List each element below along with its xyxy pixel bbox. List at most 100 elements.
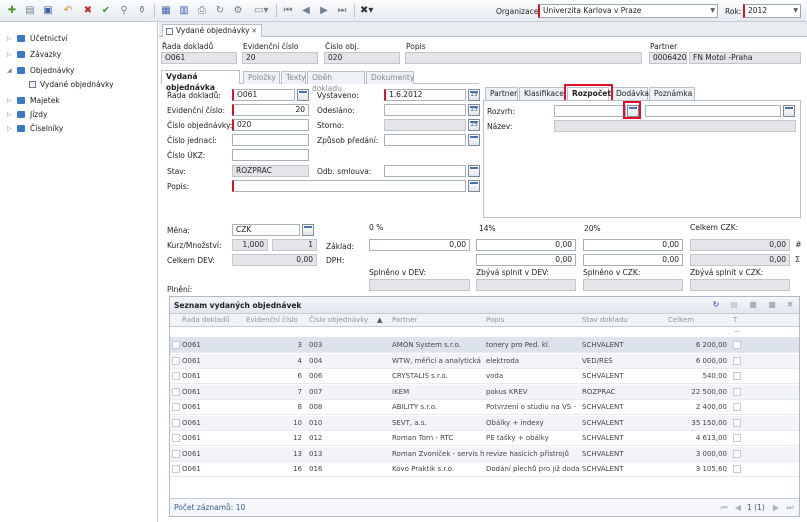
- row-select-checkbox[interactable]: [172, 465, 180, 473]
- rozvrh-name-input[interactable]: [645, 105, 781, 117]
- add-icon[interactable]: ✚: [6, 5, 18, 17]
- next-page-icon[interactable]: ▶: [771, 503, 781, 513]
- calendar-icon[interactable]: 15: [468, 104, 480, 116]
- col-celkem[interactable]: Celkem: [668, 316, 694, 324]
- undo-icon[interactable]: ↶: [62, 5, 74, 17]
- settings-icon[interactable]: ✖: [785, 300, 795, 310]
- rada-input[interactable]: O061: [232, 89, 295, 101]
- filter-dash-icon[interactable]: —: [734, 328, 740, 335]
- first-page-icon[interactable]: ⏮: [719, 503, 729, 513]
- col-t[interactable]: T: [733, 316, 737, 324]
- row-select-checkbox[interactable]: [172, 449, 180, 458]
- row-select-checkbox[interactable]: [172, 418, 180, 427]
- edit-icon[interactable]: ■: [748, 300, 758, 310]
- year-select[interactable]: 2012 ▼: [743, 4, 801, 18]
- col-evid[interactable]: Evidenční číslo: [246, 316, 298, 324]
- filter-icon[interactable]: ⚲: [118, 5, 130, 17]
- tab-polozky[interactable]: Položky: [243, 71, 280, 84]
- row-select-checkbox[interactable]: [172, 403, 180, 411]
- col-cislo[interactable]: Číslo objednávky: [309, 316, 368, 324]
- cislo-input[interactable]: 020: [232, 119, 309, 131]
- organization-select[interactable]: Univerzita Karlova v Praze ▼: [538, 4, 718, 18]
- expand-arrow-icon[interactable]: ▷: [7, 122, 15, 135]
- popis-input[interactable]: [232, 180, 466, 192]
- delete-row-icon[interactable]: ■: [767, 300, 777, 310]
- delete-icon[interactable]: ✖: [82, 5, 94, 17]
- tab-obeh-dokladu[interactable]: Oběh dokladu: [307, 71, 365, 93]
- vystaveno-input[interactable]: 1.6.2012: [384, 89, 466, 101]
- save-icon[interactable]: ▣: [42, 5, 54, 17]
- tab-vydana-objednavka[interactable]: Vydaná objednávka: [161, 70, 240, 92]
- row-select-checkbox[interactable]: [172, 372, 180, 380]
- table-row[interactable]: O061 8 008 ABILITY s.r.o. Potvrzení o studiu…: [170, 400, 799, 415]
- last-page-icon[interactable]: ⏭: [785, 503, 795, 513]
- jednaci-input[interactable]: [232, 134, 309, 146]
- table-row[interactable]: O061 7 007 IKEM pokus KREV ROZPRAC 22 500,00: [170, 384, 799, 400]
- tab-dokumenty[interactable]: Dokumenty: [366, 71, 414, 84]
- tab-vydane-objednavky[interactable]: Vydané objednávky ✕: [162, 24, 262, 38]
- zpusob-lookup-icon[interactable]: [468, 134, 480, 146]
- report-icon[interactable]: ▥: [178, 5, 190, 17]
- row-t-checkbox[interactable]: [733, 418, 741, 427]
- calendar-icon[interactable]: 15: [468, 119, 480, 131]
- dph-20-input[interactable]: 0,00: [583, 254, 683, 266]
- prev-page-icon[interactable]: ◀: [733, 503, 743, 513]
- zaklad-0-input[interactable]: 0,00: [369, 239, 470, 251]
- table-row[interactable]: O061 16 016 Kovo Praktik s.r.o. Dodání plech…: [170, 462, 799, 477]
- odb-input[interactable]: [384, 165, 466, 177]
- rozvrh-name-lookup-icon[interactable]: [783, 105, 795, 117]
- dph-14-input[interactable]: 0,00: [476, 254, 576, 266]
- table-row[interactable]: O061 6 006 CRYSTALIS s.r.o. voda SCHVÁLENT 540…: [170, 369, 799, 384]
- close-icon[interactable]: ✕: [251, 25, 257, 37]
- table-row[interactable]: O061 12 012 Roman Torn - RTC PE tašky + obál…: [170, 431, 799, 446]
- grid-icon[interactable]: ▦: [160, 5, 172, 17]
- row-select-checkbox[interactable]: [172, 387, 180, 396]
- collapse-arrow-icon[interactable]: ◢: [7, 64, 15, 77]
- row-select-checkbox[interactable]: [172, 341, 180, 349]
- tab-klasifikace[interactable]: Klasifikace: [519, 87, 565, 100]
- odeslano-input[interactable]: [384, 104, 466, 116]
- grid-filter-row[interactable]: —: [170, 327, 799, 338]
- last-record-icon[interactable]: ⏭: [336, 5, 348, 17]
- new-document-icon[interactable]: ▤: [24, 5, 36, 17]
- tab-partner[interactable]: Partner: [485, 87, 518, 100]
- col-popis[interactable]: Popis: [486, 316, 504, 324]
- mena-input[interactable]: CZK: [232, 224, 300, 236]
- tools-dropdown-icon[interactable]: ✖▾: [360, 5, 373, 17]
- col-partner[interactable]: Partner: [392, 316, 417, 324]
- odb-lookup-icon[interactable]: [468, 165, 480, 177]
- row-t-checkbox[interactable]: [733, 341, 741, 349]
- mena-lookup-icon[interactable]: [302, 224, 314, 236]
- row-t-checkbox[interactable]: [733, 465, 741, 473]
- expand-arrow-icon[interactable]: ▷: [7, 32, 15, 45]
- rada-lookup-icon[interactable]: [297, 89, 309, 101]
- view-dropdown-icon[interactable]: ▭▾: [254, 5, 268, 17]
- expand-arrow-icon[interactable]: ▷: [7, 94, 15, 107]
- table-row[interactable]: O061 4 004 WTW, měřicí a analytická elektrod…: [170, 353, 799, 369]
- row-t-checkbox[interactable]: [733, 434, 741, 442]
- table-row[interactable]: O061 10 010 SEVT, a.s. Obálky + indexy SCHVÁL…: [170, 415, 799, 431]
- zaklad-20-input[interactable]: 0,00: [583, 239, 683, 251]
- tab-texty[interactable]: Texty: [281, 71, 306, 84]
- expand-arrow-icon[interactable]: ▷: [7, 108, 15, 121]
- row-t-checkbox[interactable]: [733, 403, 741, 411]
- evid-input[interactable]: 20: [232, 104, 309, 116]
- expand-arrow-icon[interactable]: ▷: [7, 48, 15, 61]
- row-t-checkbox[interactable]: [733, 356, 741, 365]
- popis-lookup-icon[interactable]: [468, 180, 480, 192]
- export-icon[interactable]: ▤: [729, 300, 739, 310]
- refresh-icon[interactable]: ↻: [711, 300, 721, 310]
- refresh-icon[interactable]: ↻: [214, 5, 226, 17]
- tab-poznamka[interactable]: Poznámka: [649, 87, 695, 100]
- print-icon[interactable]: ⎙: [196, 5, 208, 17]
- filter-clear-icon[interactable]: ⚱: [136, 5, 148, 17]
- tab-dodavka[interactable]: Dodávka: [611, 87, 649, 100]
- row-t-checkbox[interactable]: [733, 449, 741, 458]
- row-t-checkbox[interactable]: [733, 372, 741, 380]
- rozvrh-input[interactable]: [554, 105, 626, 117]
- row-select-checkbox[interactable]: [172, 434, 180, 442]
- zaklad-14-input[interactable]: 0,00: [476, 239, 576, 251]
- first-record-icon[interactable]: ⏮: [282, 5, 294, 17]
- calendar-icon[interactable]: 15: [468, 89, 480, 101]
- table-row[interactable]: O061 3 003 AMON System s.r.o. tonery pro Ped…: [170, 338, 799, 353]
